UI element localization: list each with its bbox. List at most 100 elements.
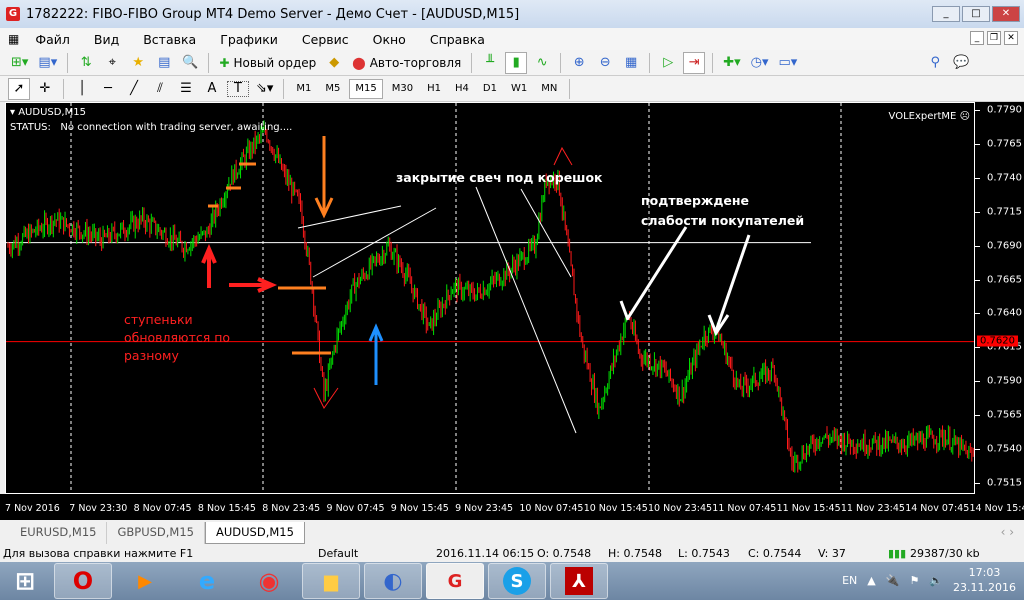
timeframe-mn[interactable]: MN bbox=[536, 79, 562, 99]
timeframe-m15[interactable]: M15 bbox=[349, 78, 383, 99]
language-indicator[interactable]: EN bbox=[842, 574, 857, 587]
strategy-tester-icon[interactable]: 🔍 bbox=[179, 52, 201, 74]
timeframe-m5[interactable]: M5 bbox=[320, 79, 345, 99]
timeframe-d1[interactable]: D1 bbox=[478, 79, 502, 99]
fibonacci-icon[interactable]: ☰ bbox=[175, 78, 197, 100]
text-tool-icon[interactable]: A bbox=[201, 78, 223, 100]
action-center-flag-icon[interactable]: ⚑ bbox=[909, 574, 919, 587]
new-chart-icon[interactable]: ⊞▾ bbox=[8, 52, 31, 74]
red-wick-marker bbox=[553, 146, 573, 166]
metaeditor-icon[interactable]: ◆ bbox=[323, 52, 345, 74]
mdi-minimize-button[interactable]: _ bbox=[970, 31, 984, 45]
text-label-tool-icon[interactable]: T bbox=[227, 80, 249, 97]
auto-trading-label: Авто-торговля bbox=[369, 55, 462, 70]
line-chart-icon[interactable]: ∿ bbox=[531, 52, 553, 74]
status-close: C: 0.7544 bbox=[748, 547, 802, 560]
fibo-group-icon[interactable]: G bbox=[426, 563, 484, 599]
search-icon[interactable]: ⚲ bbox=[924, 52, 946, 74]
data-window-icon[interactable]: ⌖ bbox=[101, 52, 123, 74]
bar-chart-icon[interactable]: ╨ bbox=[479, 52, 501, 74]
menu-charts[interactable]: Графики bbox=[208, 32, 290, 47]
periods-icon[interactable]: ◷▾ bbox=[748, 52, 772, 74]
show-hidden-icons-icon[interactable]: ▲ bbox=[867, 574, 875, 587]
document-icon[interactable]: ▦ bbox=[8, 32, 19, 46]
app-logo-icon: G bbox=[6, 7, 20, 21]
menu-insert[interactable]: Вставка bbox=[131, 32, 208, 47]
tab-eurusd[interactable]: EURUSD,M15 bbox=[10, 522, 108, 544]
time-label: 11 Nov 15:45 bbox=[776, 503, 841, 514]
tab-scroll-arrows-icon[interactable]: ‹ › bbox=[1001, 525, 1014, 539]
crosshair-icon[interactable]: ✛ bbox=[34, 78, 56, 100]
mdi-close-button[interactable]: ✕ bbox=[1004, 31, 1018, 45]
arrows-dropdown-icon[interactable]: ⇘▾ bbox=[253, 78, 276, 100]
time-axis[interactable]: 7 Nov 2016 7 Nov 23:30 8 Nov 07:45 8 Nov 15… bbox=[0, 494, 1024, 520]
timeframe-m1[interactable]: M1 bbox=[291, 79, 316, 99]
zoom-in-icon[interactable]: ⊕ bbox=[568, 52, 590, 74]
terminal-icon[interactable]: ▤ bbox=[153, 52, 175, 74]
market-watch-icon[interactable]: ⇅ bbox=[75, 52, 97, 74]
price-label: 0.7515 bbox=[987, 477, 1022, 489]
skype-icon[interactable]: S bbox=[488, 563, 546, 599]
media-player-icon[interactable]: ▶ bbox=[116, 563, 174, 599]
menu-file[interactable]: Файл bbox=[23, 32, 82, 47]
candlestick-chart-icon[interactable]: ▮ bbox=[505, 51, 528, 74]
opera-icon[interactable]: O bbox=[54, 563, 112, 599]
volume-icon[interactable]: 🔈 bbox=[929, 574, 943, 587]
internet-explorer-icon[interactable]: e bbox=[178, 563, 236, 599]
auto-trading-button[interactable]: ⬤ Авто-торговля bbox=[349, 52, 464, 74]
price-tick bbox=[975, 449, 980, 451]
windows-start-icon[interactable]: ⊞ bbox=[0, 563, 50, 599]
close-button[interactable]: ✕ bbox=[992, 6, 1020, 22]
price-label: 0.7665 bbox=[987, 274, 1022, 286]
new-order-button[interactable]: ✚ Новый ордер bbox=[216, 52, 319, 74]
time-label: 14 Nov 15:45 bbox=[969, 503, 1024, 514]
power-icon[interactable]: 🔌 bbox=[886, 574, 900, 587]
collapse-triangle-icon[interactable]: ▾ bbox=[10, 107, 18, 118]
metatrader-updater-icon[interactable]: ◐ bbox=[364, 563, 422, 599]
trendline-icon[interactable]: ╱ bbox=[123, 78, 145, 100]
auto-scroll-icon[interactable]: ▷ bbox=[657, 52, 679, 74]
tab-gbpusd[interactable]: GBPUSD,M15 bbox=[107, 522, 205, 544]
menu-view[interactable]: Вид bbox=[82, 32, 131, 47]
menu-tools[interactable]: Сервис bbox=[290, 32, 361, 47]
tile-windows-icon[interactable]: ▦ bbox=[620, 52, 642, 74]
cursor-icon[interactable]: ➚ bbox=[8, 77, 30, 100]
tab-audusd[interactable]: AUDUSD,M15 bbox=[205, 522, 305, 544]
vertical-line-icon[interactable]: │ bbox=[71, 78, 93, 100]
timeframe-m30[interactable]: M30 bbox=[387, 79, 418, 99]
price-label: 0.7740 bbox=[987, 172, 1022, 184]
navigator-icon[interactable]: ★ bbox=[127, 52, 149, 74]
minimize-button[interactable]: _ bbox=[932, 6, 960, 22]
standard-toolbar: ⊞▾ ▤▾ ⇅ ⌖ ★ ▤ 🔍 ✚ Новый ордер ◆ ⬤ Авто-тор… bbox=[0, 50, 1024, 76]
file-explorer-icon[interactable]: ▆ bbox=[302, 563, 360, 599]
menu-window[interactable]: Окно bbox=[361, 32, 418, 47]
price-chart[interactable]: ▾ AUDUSD,M15 STATUS: No connection with … bbox=[5, 102, 975, 494]
acrobat-reader-icon[interactable]: ⅄ bbox=[550, 563, 608, 599]
equidistant-channel-icon[interactable]: ⫽ bbox=[149, 78, 171, 100]
annotation-steps: ступеньки обновляются по разному bbox=[124, 312, 231, 363]
time-label: 7 Nov 23:30 bbox=[69, 503, 128, 514]
timeframe-h1[interactable]: H1 bbox=[422, 79, 446, 99]
maximize-button[interactable]: □ bbox=[962, 6, 990, 22]
chart-shift-icon[interactable]: ⇥ bbox=[683, 51, 706, 74]
chrome-icon[interactable]: ◉ bbox=[240, 563, 298, 599]
timeframe-h4[interactable]: H4 bbox=[450, 79, 474, 99]
indicators-icon[interactable]: ✚▾ bbox=[720, 52, 743, 74]
profiles-icon[interactable]: ▤▾ bbox=[35, 52, 60, 74]
menu-help[interactable]: Справка bbox=[418, 32, 497, 47]
status-bar: Для вызова справки нажмите F1 Default 20… bbox=[0, 545, 1024, 562]
horizontal-line-icon[interactable]: ─ bbox=[97, 78, 119, 100]
chat-icon[interactable]: 💬 bbox=[950, 52, 972, 74]
clock[interactable]: 17:03 23.11.2016 bbox=[953, 565, 1016, 595]
templates-icon[interactable]: ▭▾ bbox=[776, 52, 801, 74]
timeframe-w1[interactable]: W1 bbox=[506, 79, 532, 99]
mdi-restore-button[interactable]: ❐ bbox=[987, 31, 1001, 45]
connection-bars-icon: ▮▮▮ bbox=[888, 547, 907, 560]
time-label: 9 Nov 15:45 bbox=[390, 503, 449, 514]
price-tick bbox=[975, 177, 980, 179]
time-label: 8 Nov 07:45 bbox=[133, 503, 192, 514]
zoom-out-icon[interactable]: ⊖ bbox=[594, 52, 616, 74]
price-tick bbox=[975, 381, 980, 383]
price-axis[interactable]: 0.7790 0.7765 0.7740 0.7715 0.7690 0.7665 0.76… bbox=[975, 102, 1024, 495]
white-annotation-arrow-icon bbox=[619, 226, 688, 321]
